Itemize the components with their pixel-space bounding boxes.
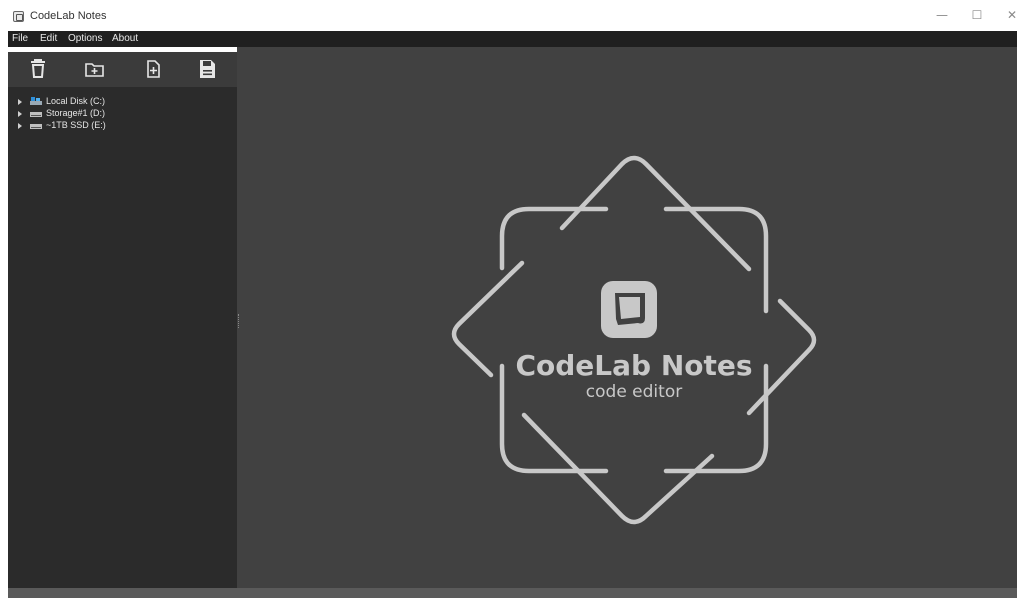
system-drive-icon [30, 97, 42, 105]
menu-bar: File Edit Options About [8, 31, 1017, 47]
new-file-icon[interactable] [141, 58, 165, 80]
splash-title: CodeLab Notes [515, 349, 752, 382]
minimize-button[interactable]: — [934, 8, 950, 22]
tree-item-label: Storage#1 (D:) [46, 108, 106, 118]
sidebar-toolbar [8, 52, 237, 87]
editor-area[interactable]: CodeLab Notes code editor [237, 47, 1017, 590]
expand-arrow-icon[interactable] [18, 111, 22, 117]
codelab-logo: CodeLab Notes code editor [451, 155, 817, 525]
expand-arrow-icon[interactable] [18, 99, 22, 105]
app-icon [13, 11, 24, 22]
window-title: CodeLab Notes [30, 10, 107, 22]
drive-icon [30, 112, 42, 117]
file-tree: Local Disk (C:) Storage#1 (D:) ~1TB SSD … [8, 96, 237, 132]
new-folder-icon[interactable] [83, 58, 107, 80]
menu-file[interactable]: File [12, 33, 28, 44]
tree-item-d-drive[interactable]: Storage#1 (D:) [8, 108, 237, 119]
tree-item-label: ~1TB SSD (E:) [46, 120, 106, 130]
menu-options[interactable]: Options [68, 33, 102, 44]
sidebar: Local Disk (C:) Storage#1 (D:) ~1TB SSD … [8, 52, 237, 588]
close-button[interactable]: ✕ [1004, 8, 1017, 22]
title-bar: CodeLab Notes — ☐ ✕ [0, 0, 1017, 31]
tree-item-c-drive[interactable]: Local Disk (C:) [8, 96, 237, 107]
maximize-button[interactable]: ☐ [969, 8, 985, 22]
tree-item-label: Local Disk (C:) [46, 96, 106, 106]
splash-subtitle: code editor [586, 382, 682, 402]
trash-icon[interactable] [26, 58, 50, 80]
splitter-handle[interactable] [238, 314, 240, 328]
menu-edit[interactable]: Edit [40, 33, 57, 44]
menu-about[interactable]: About [112, 33, 138, 44]
drive-icon [30, 124, 42, 129]
save-icon[interactable] [195, 58, 219, 80]
status-bar [8, 588, 1017, 598]
tree-item-e-drive[interactable]: ~1TB SSD (E:) [8, 120, 237, 131]
expand-arrow-icon[interactable] [18, 123, 22, 129]
